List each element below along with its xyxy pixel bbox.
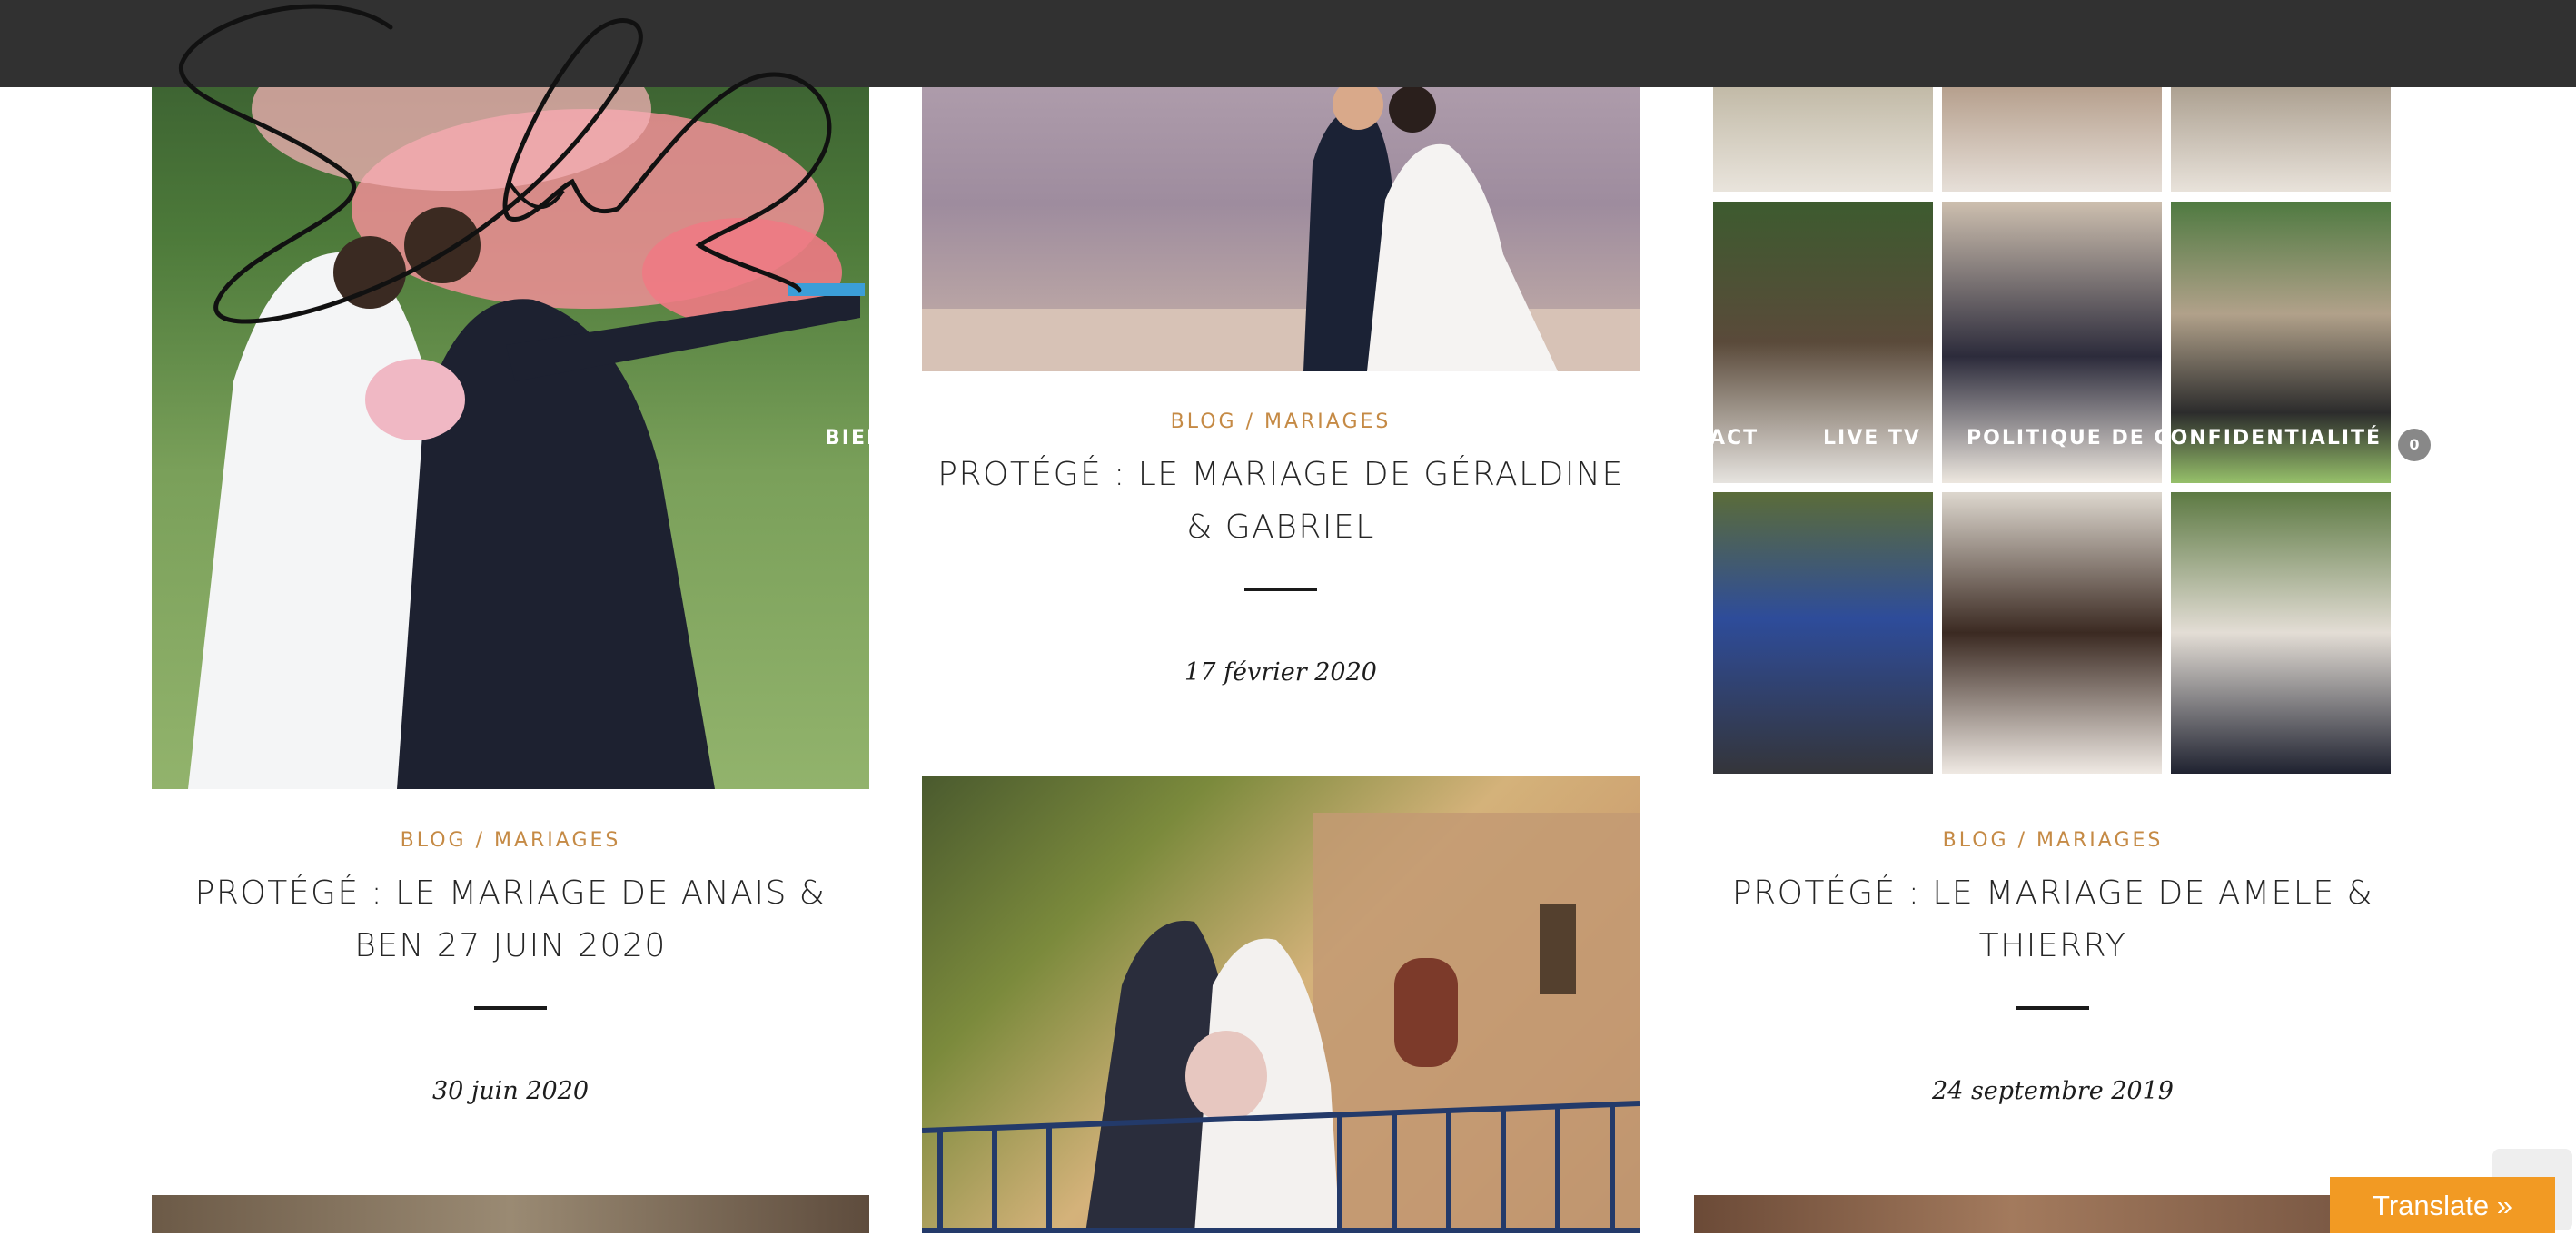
post-1-divider xyxy=(474,1006,547,1010)
post-1-title[interactable]: PROTÉGÉ : LE MARIAGE DE ANAIS & BEN 27 J… xyxy=(163,867,857,973)
post-2-divider xyxy=(1244,588,1317,591)
cart-count-badge[interactable]: 0 xyxy=(2398,429,2431,461)
collage-tile xyxy=(1942,492,2162,774)
collage-tile xyxy=(1713,492,1933,774)
post-3-category[interactable]: BLOG / MARIAGES xyxy=(1694,829,2412,852)
nav-item-live-tv[interactable]: LIVE TV xyxy=(1823,427,1921,450)
translate-button[interactable]: Translate » xyxy=(2330,1177,2555,1233)
signature-logo[interactable] xyxy=(163,0,872,345)
nav-item-privacy-policy[interactable]: POLITIQUE DE CONFIDENTIALITÉ xyxy=(1967,427,2382,450)
post-5-photo[interactable] xyxy=(152,1195,869,1233)
post-1-category[interactable]: BLOG / MARIAGES xyxy=(152,829,869,852)
nav-item-bienvenue[interactable]: BIEN xyxy=(825,427,885,450)
collage-tile xyxy=(2171,492,2391,774)
post-2-category[interactable]: BLOG / MARIAGES xyxy=(922,410,1640,433)
post-4-photo[interactable] xyxy=(922,776,1640,1233)
post-2-date: 17 février 2020 xyxy=(1184,658,1377,687)
nav-item-contact[interactable]: ACT xyxy=(1709,427,1759,450)
post-2-title[interactable]: PROTÉGÉ : LE MARIAGE DE GÉRALDINE & GABR… xyxy=(922,449,1640,554)
post-1-date: 30 juin 2020 xyxy=(431,1077,590,1105)
post-3-title[interactable]: PROTÉGÉ : LE MARIAGE DE AMELE & THIERRY xyxy=(1712,867,2393,973)
post-3-date: 24 septembre 2019 xyxy=(1932,1077,2174,1105)
post-3-collage[interactable] xyxy=(1713,0,2393,774)
post-6-photo[interactable] xyxy=(1694,1195,2330,1233)
post-3-divider xyxy=(2016,1006,2089,1010)
